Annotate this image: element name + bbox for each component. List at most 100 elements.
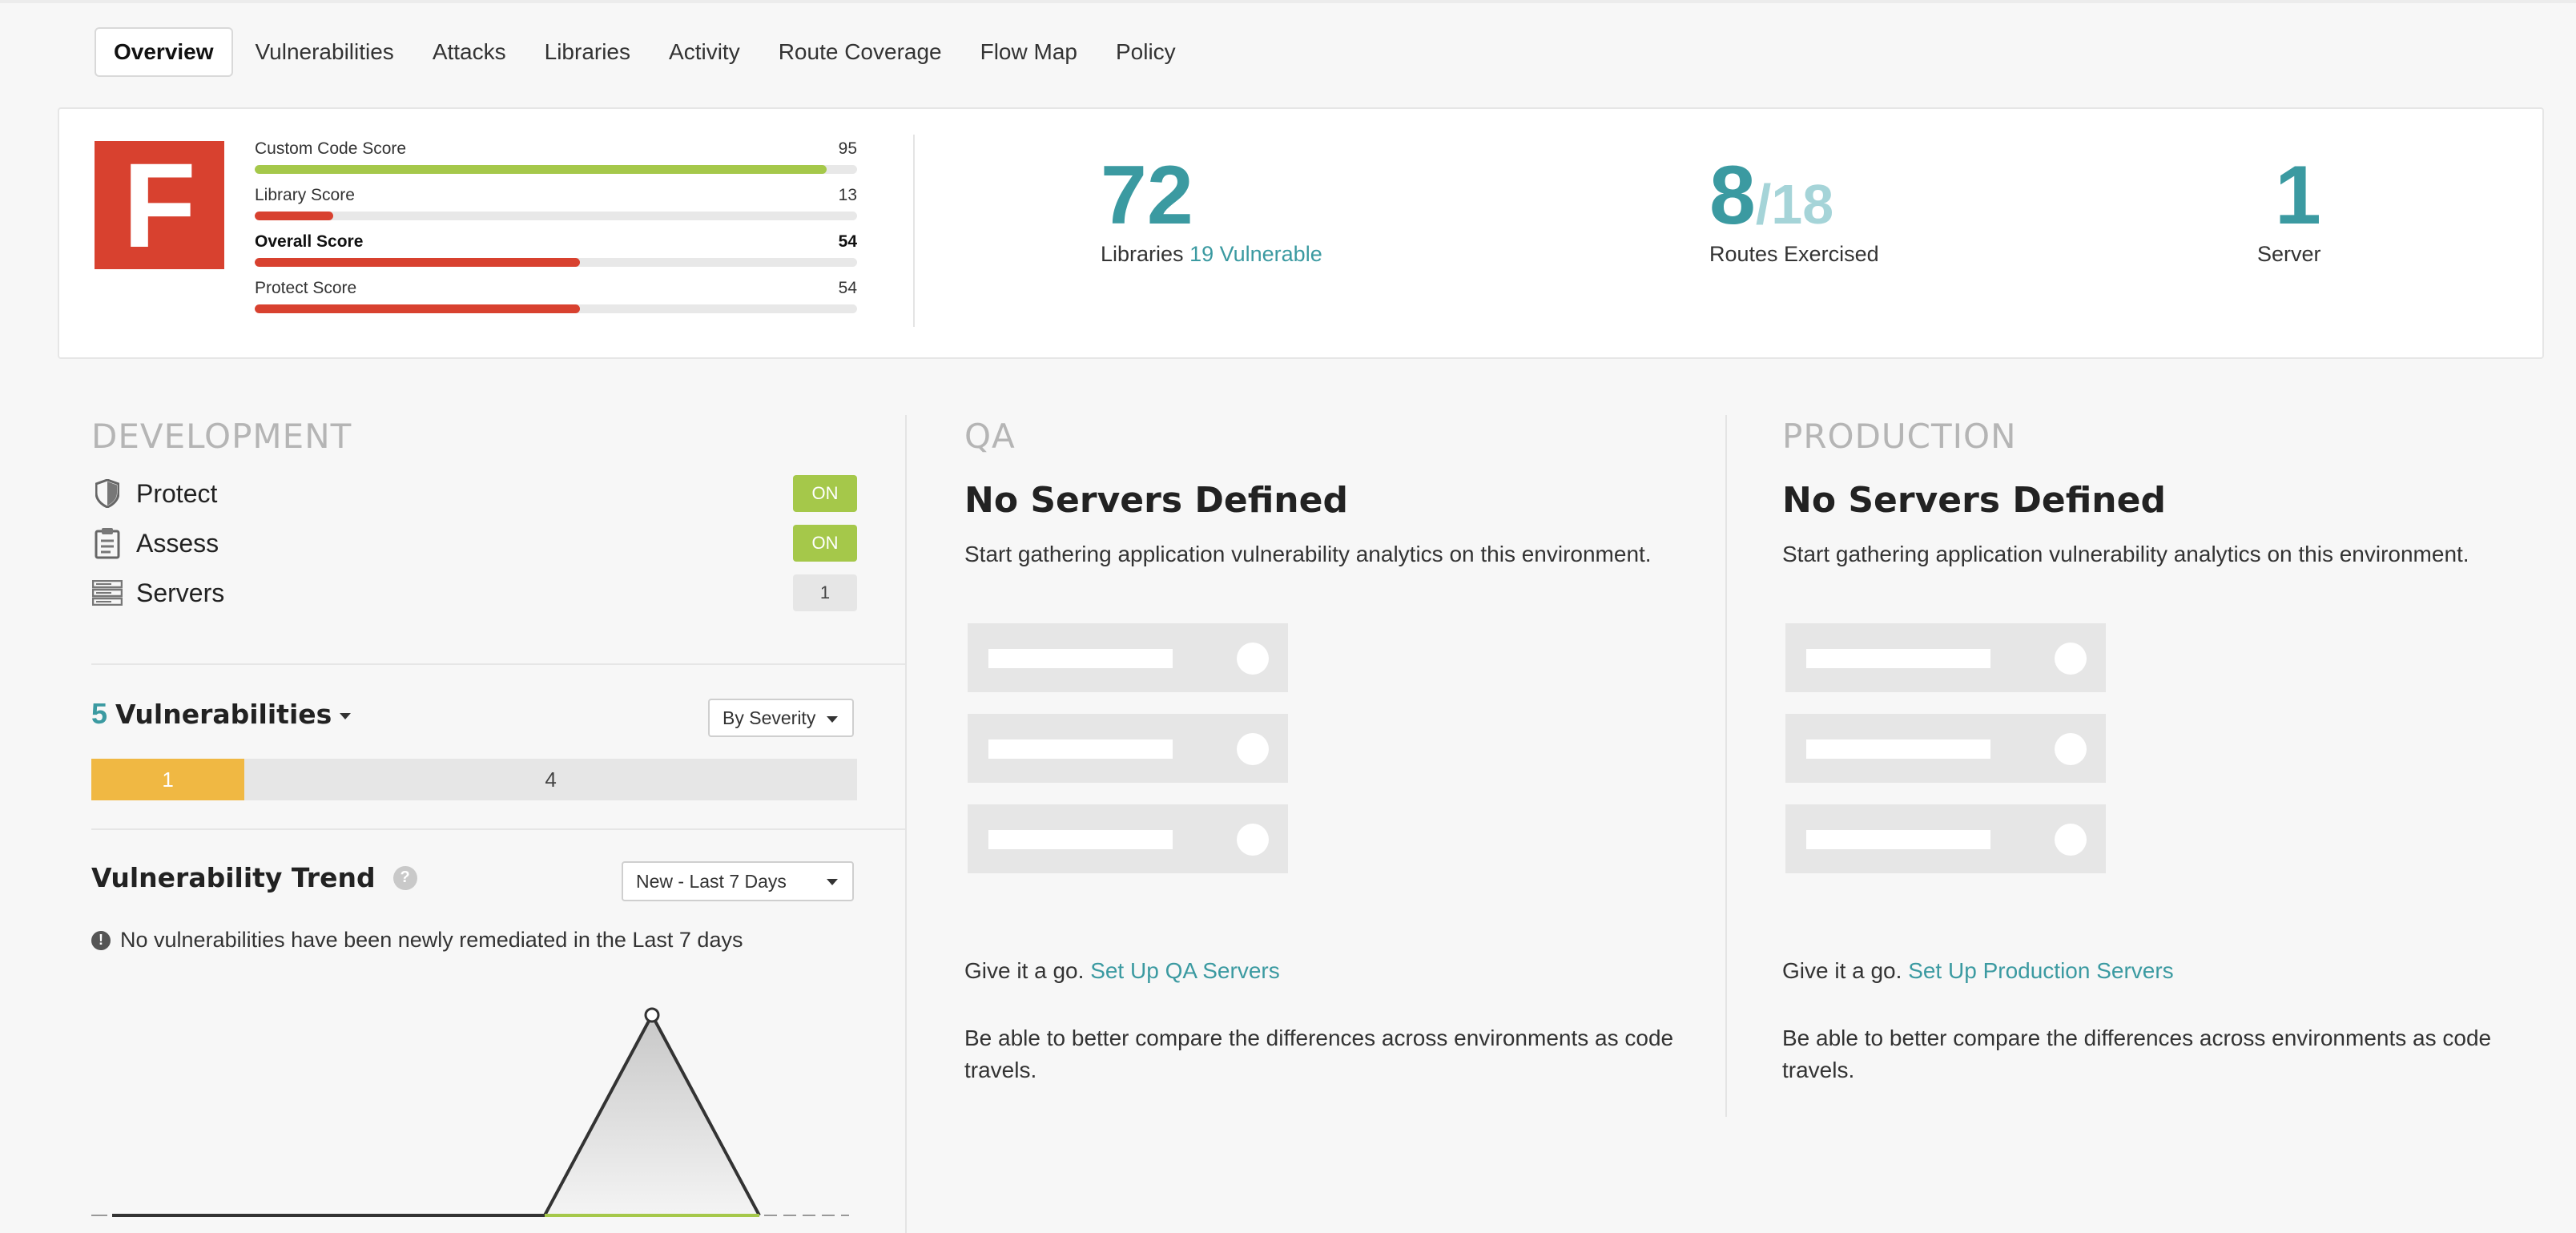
servers-count-badge[interactable]: 1 bbox=[793, 574, 857, 611]
divider bbox=[91, 828, 907, 830]
clipboard-icon bbox=[91, 527, 123, 559]
info-icon: ! bbox=[91, 930, 111, 950]
trend-peak-point[interactable] bbox=[644, 1007, 660, 1023]
severity-bar: 1 4 bbox=[91, 759, 857, 800]
tab-route-coverage[interactable]: Route Coverage bbox=[761, 27, 960, 77]
score-bar bbox=[255, 258, 857, 267]
protect-toggle[interactable]: ON bbox=[793, 475, 857, 512]
score-bar-fill bbox=[255, 165, 827, 174]
development-panel: DEVELOPMENT Protect ON Assess ON Servers… bbox=[91, 417, 857, 618]
routes-stat[interactable]: 8/18 Routes Exercised bbox=[1709, 154, 1879, 267]
trend-chart bbox=[91, 1007, 849, 1217]
routes-count: 8/18 bbox=[1709, 154, 1879, 237]
production-heading: No Servers Defined bbox=[1782, 480, 2166, 521]
servers-row: Servers 1 bbox=[91, 568, 857, 618]
qa-go-text: Give it a go. bbox=[964, 958, 1085, 983]
tab-libraries[interactable]: Libraries bbox=[527, 27, 648, 77]
servers-label: Server bbox=[2257, 242, 2321, 266]
assess-row: Assess ON bbox=[91, 518, 857, 568]
severity-group-value: By Severity bbox=[722, 707, 816, 728]
protect-row: Protect ON bbox=[91, 469, 857, 518]
trend-area bbox=[545, 1015, 759, 1215]
server-illustration bbox=[968, 623, 1288, 873]
top-border bbox=[0, 0, 2576, 3]
severity-group-select[interactable]: By Severity bbox=[708, 699, 854, 737]
column-divider bbox=[905, 415, 907, 1233]
qa-panel: QA No Servers Defined Start gathering ap… bbox=[964, 417, 1733, 1082]
score-bar-fill bbox=[255, 212, 333, 220]
production-title: PRODUCTION bbox=[1782, 417, 2017, 456]
server-icon bbox=[91, 577, 123, 609]
tab-activity[interactable]: Activity bbox=[651, 27, 758, 77]
assess-toggle[interactable]: ON bbox=[793, 525, 857, 562]
score-label: Overall Score bbox=[255, 232, 364, 251]
routes-total: /18 bbox=[1755, 173, 1834, 236]
tab-bar: Overview Vulnerabilities Attacks Librari… bbox=[95, 27, 1197, 77]
vulnerable-libraries-link[interactable]: 19 Vulnerable bbox=[1189, 242, 1322, 266]
libraries-stat[interactable]: 72 Libraries 19 Vulnerable bbox=[1101, 154, 1322, 267]
severity-segment[interactable]: 4 bbox=[244, 759, 857, 800]
score-list: Custom Code Score 95 Library Score 13 Ov… bbox=[255, 139, 857, 325]
tab-policy[interactable]: Policy bbox=[1098, 27, 1193, 77]
score-bar-fill bbox=[255, 258, 581, 267]
server-illustration bbox=[1785, 623, 2106, 873]
setup-production-servers-link[interactable]: Set Up Production Servers bbox=[1908, 958, 2174, 983]
tab-flow-map[interactable]: Flow Map bbox=[963, 27, 1095, 77]
routes-label: Routes Exercised bbox=[1709, 242, 1879, 266]
libraries-text: Libraries bbox=[1101, 242, 1184, 266]
divider bbox=[91, 663, 907, 665]
vulnerabilities-dropdown[interactable]: 5 Vulnerabilities bbox=[91, 697, 352, 731]
score-label: Custom Code Score bbox=[255, 139, 407, 158]
libraries-label: Libraries 19 Vulnerable bbox=[1101, 242, 1322, 267]
tab-overview[interactable]: Overview bbox=[95, 27, 233, 77]
severity-segment[interactable]: 1 bbox=[91, 759, 245, 800]
chevron-down-icon bbox=[827, 879, 838, 885]
qa-title: QA bbox=[964, 417, 1016, 456]
score-bar bbox=[255, 165, 857, 174]
score-bar bbox=[255, 212, 857, 220]
production-description: Start gathering application vulnerabilit… bbox=[1782, 542, 2469, 566]
score-bar bbox=[255, 304, 857, 313]
card-divider bbox=[913, 135, 915, 327]
protect-label: Protect bbox=[136, 478, 218, 508]
score-row-custom-code: Custom Code Score 95 bbox=[255, 139, 857, 186]
vulnerabilities-count: 5 bbox=[91, 697, 108, 730]
qa-setup-line: Give it a go. Set Up QA Servers bbox=[964, 958, 1280, 984]
libraries-count: 72 bbox=[1101, 149, 1193, 242]
servers-stat[interactable]: 1 Server bbox=[2257, 154, 2321, 267]
development-title: DEVELOPMENT bbox=[91, 417, 352, 456]
setup-qa-servers-link[interactable]: Set Up QA Servers bbox=[1090, 958, 1280, 983]
score-value: 54 bbox=[838, 232, 857, 251]
trend-range-value: New - Last 7 Days bbox=[636, 870, 787, 892]
score-label: Library Score bbox=[255, 186, 355, 204]
chevron-down-icon bbox=[827, 716, 838, 723]
score-value: 54 bbox=[838, 279, 857, 297]
score-card: F Custom Code Score 95 Library Score 13 … bbox=[58, 107, 2544, 359]
production-go-text: Give it a go. bbox=[1782, 958, 1902, 983]
score-value: 13 bbox=[838, 186, 857, 204]
qa-compare-text: Be able to better compare the difference… bbox=[964, 1025, 1674, 1082]
chevron-down-icon bbox=[340, 713, 352, 719]
assess-label: Assess bbox=[136, 528, 219, 558]
servers-label: Servers bbox=[136, 578, 225, 607]
qa-description: Start gathering application vulnerabilit… bbox=[964, 542, 1652, 566]
production-compare-text: Be able to better compare the difference… bbox=[1782, 1025, 2492, 1082]
score-bar-fill bbox=[255, 304, 581, 313]
score-row-protect: Protect Score 54 bbox=[255, 279, 857, 325]
tab-attacks[interactable]: Attacks bbox=[415, 27, 524, 77]
help-icon[interactable]: ? bbox=[392, 865, 417, 890]
vulnerabilities-title: Vulnerabilities bbox=[115, 698, 332, 730]
score-row-library: Library Score 13 bbox=[255, 186, 857, 232]
trend-notice-text: No vulnerabilities have been newly remed… bbox=[120, 928, 743, 952]
grade-badge[interactable]: F bbox=[95, 141, 224, 269]
servers-count: 1 bbox=[2275, 149, 2321, 242]
vulnerable-libraries-label: Vulnerable bbox=[1219, 242, 1322, 266]
trend-header: Vulnerability Trend ? bbox=[91, 862, 417, 893]
trend-notice: ! No vulnerabilities have been newly rem… bbox=[91, 928, 743, 953]
tab-vulnerabilities[interactable]: Vulnerabilities bbox=[238, 27, 412, 77]
score-label: Protect Score bbox=[255, 279, 357, 297]
trend-range-select[interactable]: New - Last 7 Days bbox=[622, 861, 854, 901]
trend-title: Vulnerability Trend bbox=[91, 862, 376, 893]
routes-exercised-count: 8 bbox=[1709, 149, 1756, 242]
shield-icon bbox=[91, 477, 123, 510]
